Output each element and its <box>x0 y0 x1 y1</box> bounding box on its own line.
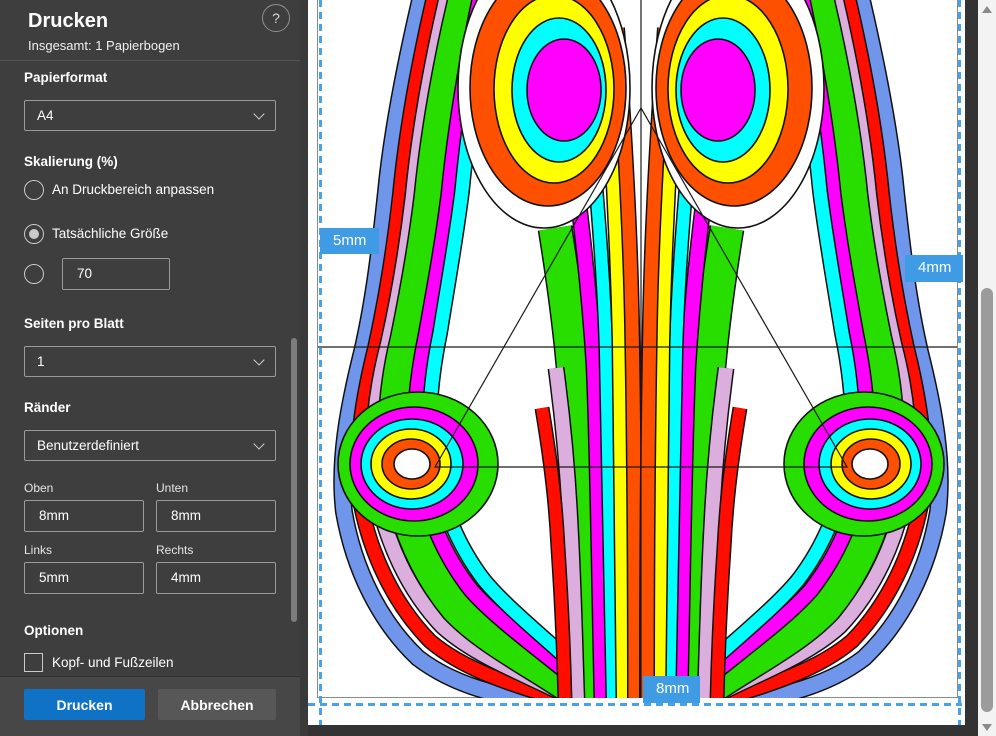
preview-frame-right <box>965 0 978 736</box>
pages-per-sheet-label: Seiten pro Blatt <box>24 316 124 331</box>
scroll-down-icon[interactable] <box>982 724 992 731</box>
margin-left-input[interactable]: 5mm <box>24 562 144 594</box>
preview-scrollbar[interactable] <box>978 0 996 736</box>
margins-label: Ränder <box>24 400 71 415</box>
header-footer-checkbox[interactable] <box>24 653 43 672</box>
dialog-title: Drucken <box>28 10 108 33</box>
pages-per-sheet-value: 1 <box>37 354 45 369</box>
margin-bottom-input[interactable]: 8mm <box>156 500 276 532</box>
preview-frame-bottom <box>308 725 965 736</box>
print-settings-sidebar: Drucken Insgesamt: 1 Papierbogen ? Papie… <box>0 0 300 736</box>
margin-right-input[interactable]: 4mm <box>156 562 276 594</box>
scrollbar-thumb[interactable] <box>981 288 993 712</box>
print-button[interactable]: Drucken <box>24 689 145 720</box>
right-margin-handle[interactable]: 4mm <box>905 255 963 282</box>
sheet-count-text: Insgesamt: 1 Papierbogen <box>28 38 180 53</box>
margins-mode-select[interactable]: Benutzerdefiniert <box>24 430 276 461</box>
help-button[interactable]: ? <box>262 4 290 32</box>
chevron-down-icon <box>253 108 264 119</box>
print-dialog: Drucken Insgesamt: 1 Papierbogen ? Papie… <box>0 0 996 736</box>
margin-top-input[interactable]: 8mm <box>24 500 144 532</box>
radio-custom-scale[interactable] <box>24 264 44 284</box>
margin-top-label: Oben <box>24 481 53 495</box>
sidebar-scrollbar-thumb[interactable] <box>291 338 297 622</box>
contour-plot-preview <box>318 0 957 698</box>
cancel-button[interactable]: Abbrechen <box>158 689 276 720</box>
pages-per-sheet-select[interactable]: 1 <box>24 346 276 377</box>
print-preview-area: 5mm 4mm 8mm <box>300 0 996 736</box>
paper-format-value: A4 <box>37 108 54 123</box>
margin-right-label: Rechts <box>156 543 193 557</box>
bottom-margin-handle[interactable]: 8mm <box>643 676 700 703</box>
chevron-down-icon <box>253 438 264 449</box>
margins-mode-value: Benutzerdefiniert <box>37 438 139 453</box>
options-label: Optionen <box>24 623 83 638</box>
left-margin-guide[interactable] <box>319 0 322 726</box>
margin-left-label: Links <box>24 543 52 557</box>
right-margin-guide[interactable] <box>958 0 961 726</box>
custom-scale-input[interactable]: 70 <box>62 258 170 290</box>
radio-actual-label[interactable]: Tatsächliche Größe <box>52 226 168 241</box>
paper-format-label: Papierformat <box>24 70 107 85</box>
radio-fit-label[interactable]: An Druckbereich anpassen <box>52 182 214 197</box>
radio-actual-size[interactable] <box>24 224 44 244</box>
chevron-down-icon <box>253 354 264 365</box>
header-divider <box>0 60 300 61</box>
paper-format-select[interactable]: A4 <box>24 100 276 131</box>
bottom-margin-guide[interactable] <box>308 703 962 706</box>
scroll-up-icon[interactable] <box>982 6 992 13</box>
radio-fit-to-printable[interactable] <box>24 180 44 200</box>
header-footer-label[interactable]: Kopf- und Fußzeilen <box>52 655 174 670</box>
scaling-label: Skalierung (%) <box>24 154 118 169</box>
dialog-footer: Drucken Abbrechen <box>0 676 300 736</box>
preview-frame-left <box>300 0 308 736</box>
left-margin-handle[interactable]: 5mm <box>320 228 379 254</box>
margin-bottom-label: Unten <box>156 481 188 495</box>
